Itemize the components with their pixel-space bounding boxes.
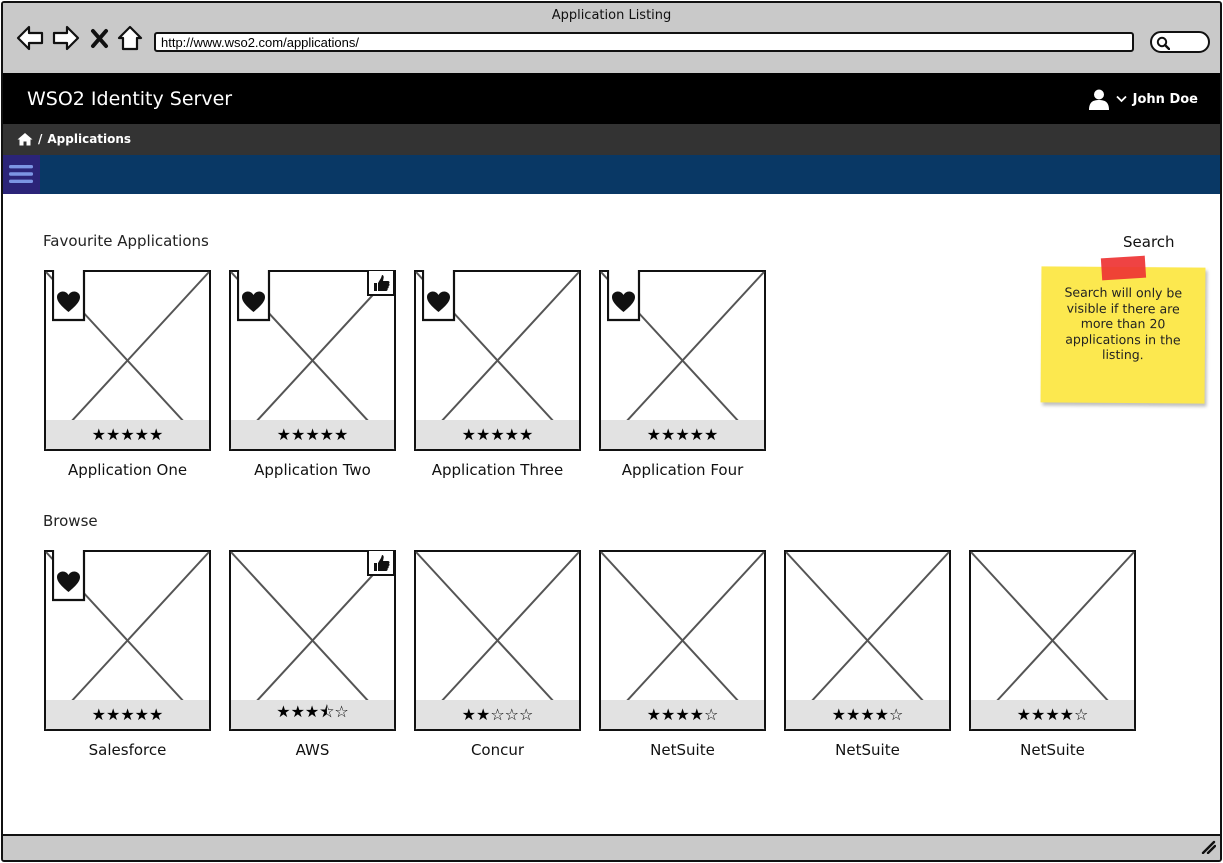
app-card[interactable]: ★★★★★	[599, 270, 766, 451]
heart-icon[interactable]	[422, 270, 456, 322]
note-tape	[1100, 255, 1147, 281]
chevron-down-icon	[1116, 95, 1127, 103]
app-card[interactable]: ★★★★☆	[784, 550, 951, 731]
thumbs-up-icon[interactable]	[367, 271, 395, 297]
app-name[interactable]: Application Four	[590, 461, 775, 479]
heart-icon[interactable]	[237, 270, 271, 322]
brand-title[interactable]: WSO2 Identity Server	[27, 88, 232, 110]
window-title: Application Listing	[551, 8, 672, 23]
favourites-title: Favourite Applications	[43, 232, 209, 250]
star-rating: ★★★★★	[231, 420, 394, 449]
star-rating: ★★★★★	[416, 420, 579, 449]
app-card[interactable]: ★★★★★	[44, 550, 211, 731]
star-rating: ★★★⯪☆	[231, 700, 394, 729]
browser-window: Application Listing http://www.wso2.com/…	[1, 1, 1222, 862]
app-card[interactable]: ★★★★★	[414, 270, 581, 451]
user-name: John Doe	[1132, 91, 1198, 107]
app-card[interactable]: ★★★★★	[44, 270, 211, 451]
menu-button[interactable]	[3, 155, 40, 194]
app-card[interactable]: ★★☆☆☆	[414, 550, 581, 731]
home-icon[interactable]	[117, 23, 143, 53]
breadcrumb-current[interactable]: Applications	[47, 132, 131, 146]
app-card[interactable]: ★★★★☆	[969, 550, 1136, 731]
search-label[interactable]: Search	[1123, 233, 1175, 251]
hamburger-icon	[9, 165, 33, 183]
forward-icon[interactable]	[51, 23, 81, 53]
app-card[interactable]: ★★★⯪☆	[229, 550, 396, 731]
app-name[interactable]: NetSuite	[775, 741, 960, 759]
stop-icon[interactable]	[89, 23, 111, 53]
heart-icon[interactable]	[52, 270, 86, 322]
address-bar[interactable]: http://www.wso2.com/applications/	[154, 32, 1134, 52]
nav-bar	[3, 155, 1220, 194]
note-text: Search will only be visible if there are…	[1064, 284, 1183, 363]
app-name[interactable]: NetSuite	[960, 741, 1145, 759]
user-menu[interactable]: John Doe	[1088, 88, 1198, 110]
app-card[interactable]: ★★★★☆	[599, 550, 766, 731]
breadcrumb-separator: /	[38, 132, 43, 146]
home-icon[interactable]	[17, 132, 33, 146]
breadcrumb-bar: / Applications	[3, 124, 1220, 155]
star-rating: ★★★★☆	[601, 700, 764, 729]
browse-title: Browse	[43, 512, 98, 530]
app-name[interactable]: Salesforce	[35, 741, 220, 759]
heart-icon[interactable]	[607, 270, 641, 322]
back-icon[interactable]	[15, 23, 45, 53]
star-rating: ★★★★☆	[786, 700, 949, 729]
app-name[interactable]: NetSuite	[590, 741, 775, 759]
app-header: WSO2 Identity Server John Doe	[3, 73, 1220, 124]
app-name[interactable]: AWS	[220, 741, 405, 759]
app-name[interactable]: Application Two	[220, 461, 405, 479]
heart-icon[interactable]	[52, 550, 86, 602]
browser-search-field[interactable]	[1150, 31, 1210, 53]
app-name[interactable]: Application One	[35, 461, 220, 479]
breadcrumb: / Applications	[17, 132, 131, 146]
star-rating: ★★★★★	[46, 420, 209, 449]
user-icon	[1088, 89, 1109, 110]
app-card[interactable]: ★★★★★	[229, 270, 396, 451]
star-rating: ★★☆☆☆	[416, 700, 579, 729]
sticky-note: Search will only be visible if there are…	[1040, 255, 1206, 404]
app-name[interactable]: Application Three	[405, 461, 590, 479]
app-name[interactable]: Concur	[405, 741, 590, 759]
star-rating: ★★★★☆	[971, 700, 1134, 729]
resize-grip-icon[interactable]	[1200, 840, 1216, 854]
thumbs-up-icon[interactable]	[367, 551, 395, 577]
star-rating: ★★★★★	[601, 420, 764, 449]
status-bar	[3, 834, 1220, 860]
browser-chrome: Application Listing http://www.wso2.com/…	[3, 3, 1220, 73]
search-icon	[1156, 36, 1170, 50]
star-rating: ★★★★★	[46, 700, 209, 729]
